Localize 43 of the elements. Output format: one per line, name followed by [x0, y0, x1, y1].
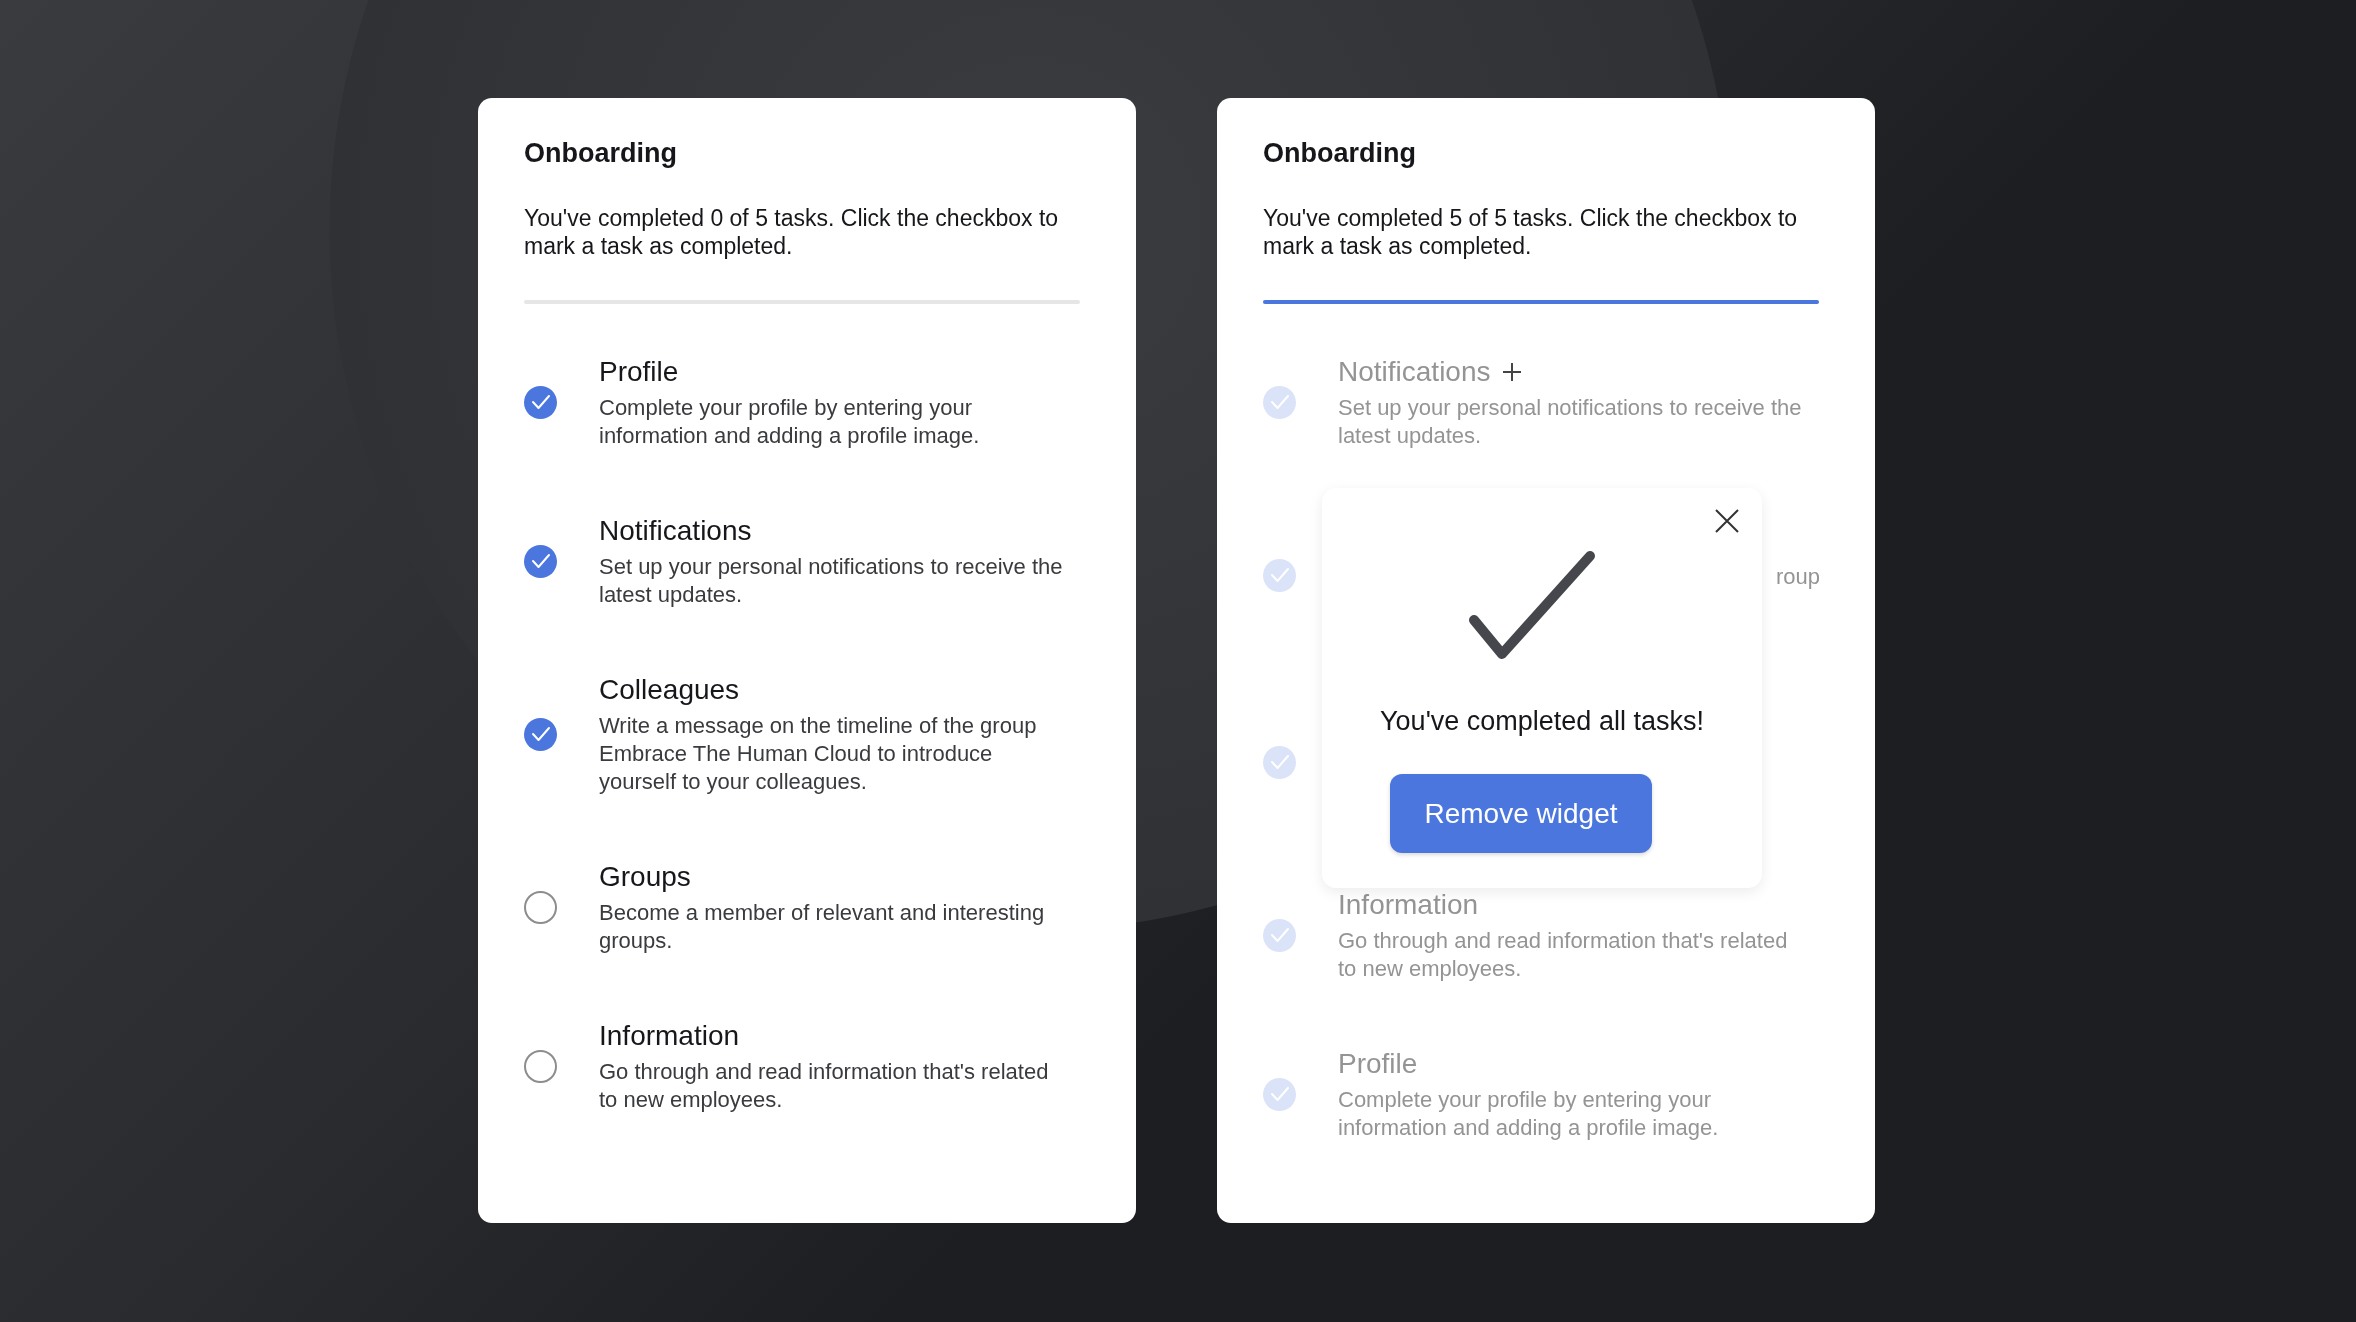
task-description: Go through and read information that's related to new employees. [599, 1058, 1050, 1114]
task-title: Groups [599, 860, 691, 894]
task-checkbox[interactable] [524, 717, 557, 751]
check-icon [530, 394, 551, 410]
task-description: Go through and read information that's related to new employees. [1338, 927, 1789, 983]
card-title: Onboarding [524, 137, 678, 170]
task-checkbox[interactable] [1263, 558, 1296, 592]
check-icon [1269, 754, 1290, 770]
task-checkbox[interactable] [1263, 1077, 1296, 1111]
check-icon [530, 726, 551, 742]
task-title: Information [1338, 888, 1479, 922]
task-title: Profile [599, 355, 679, 389]
summary-text: You've completed 5 of 5 tasks. Click the checkbox to mark a task as completed. [1263, 204, 1799, 260]
close-button[interactable] [1714, 508, 1740, 534]
task-checkbox[interactable] [524, 544, 557, 578]
task-description: Set up your personal notifications to receive the latest updates. [1338, 394, 1803, 450]
task-description: Become a member of relevant and interesting groups. [599, 899, 1046, 955]
task-title: Notifications [1338, 355, 1491, 389]
task-checkbox[interactable] [524, 890, 557, 924]
card-title: Onboarding [1263, 137, 1417, 170]
task-checkbox[interactable] [1263, 918, 1296, 952]
task-title: Profile [1338, 1047, 1418, 1081]
task-checkbox[interactable] [1263, 385, 1296, 419]
task-description: Set up your personal notifications to receive the latest updates. [599, 553, 1064, 609]
completion-message: You've completed all tasks! [1380, 705, 1704, 738]
task-description: roup [1775, 563, 1820, 591]
remove-widget-button[interactable]: Remove widget [1390, 774, 1652, 853]
check-icon [1269, 1086, 1290, 1102]
task-checkbox[interactable] [1263, 745, 1296, 779]
task-description: Complete your profile by entering your information and adding a profile image. [599, 394, 981, 450]
checkmark-icon [1466, 550, 1598, 660]
check-icon [1269, 567, 1290, 583]
check-icon [530, 553, 551, 569]
check-icon [1269, 394, 1290, 410]
task-description: Complete your profile by entering your information and adding a profile image. [1338, 1086, 1720, 1142]
task-description: Write a message on the timeline of the group Embrace The Human Cloud to introduce yourself to your colleagues. [599, 712, 1038, 796]
check-icon [1269, 927, 1290, 943]
task-checkbox[interactable] [524, 1049, 557, 1083]
task-title: Colleagues [599, 673, 740, 707]
summary-text: You've completed 0 of 5 tasks. Click the checkbox to mark a task as completed. [524, 204, 1060, 260]
task-title: Notifications [599, 514, 752, 548]
task-title: Information [599, 1019, 740, 1053]
task-checkbox[interactable] [524, 385, 557, 419]
